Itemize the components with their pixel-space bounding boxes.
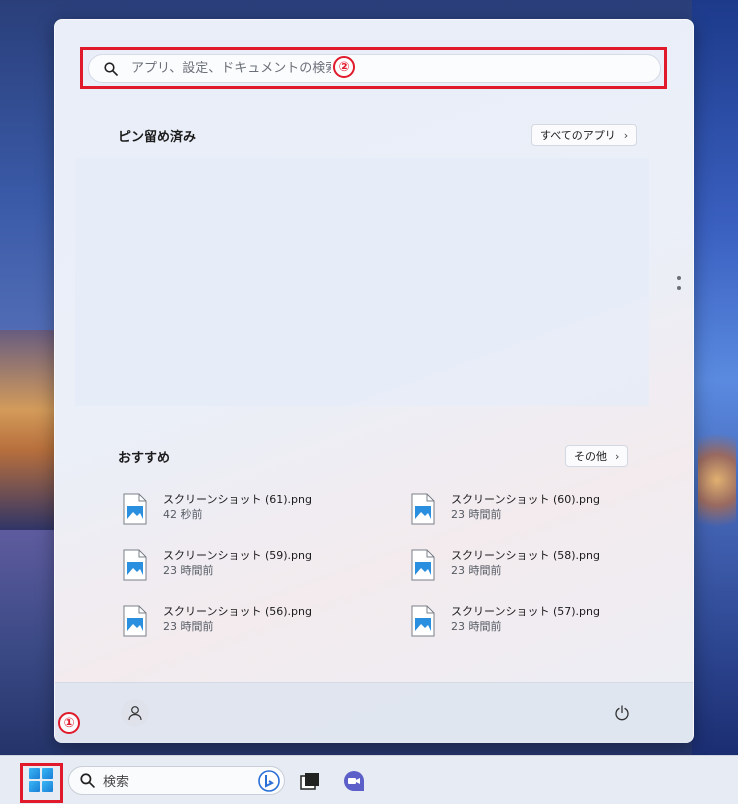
teams-meet-icon[interactable] — [343, 770, 365, 792]
page-indicator[interactable] — [677, 276, 681, 296]
item-time: 42 秒前 — [163, 508, 203, 521]
windows-start-button[interactable] — [29, 768, 53, 792]
wallpaper-left — [0, 330, 60, 530]
search-icon — [103, 61, 119, 77]
more-button[interactable]: その他 › — [565, 445, 629, 467]
power-button[interactable] — [612, 703, 632, 723]
all-apps-label: すべてのアプリ — [540, 129, 616, 142]
recommended-item[interactable]: スクリーンショット (56).png 23 時間前 — [122, 604, 352, 644]
item-name: スクリーンショット (58).png — [451, 549, 600, 562]
item-name: スクリーンショット (56).png — [163, 605, 312, 618]
recommended-item[interactable]: スクリーンショット (61).png 42 秒前 — [122, 492, 352, 532]
taskbar: 検索 — [0, 755, 738, 804]
user-account-button[interactable] — [121, 699, 149, 727]
all-apps-button[interactable]: すべてのアプリ › — [531, 124, 638, 146]
pinned-title: ピン留め済み — [118, 130, 197, 145]
pinned-apps-area — [75, 158, 649, 406]
task-view-icon[interactable] — [300, 772, 320, 790]
recommended-title: おすすめ — [118, 451, 171, 466]
wallpaper-right — [692, 0, 738, 760]
image-file-icon — [123, 549, 147, 581]
image-file-icon — [123, 493, 147, 525]
start-search-input[interactable] — [131, 61, 331, 76]
item-time: 23 時間前 — [451, 620, 502, 633]
start-footer — [55, 682, 693, 743]
recommended-item[interactable]: スクリーンショット (57).png 23 時間前 — [410, 604, 640, 644]
power-icon — [615, 705, 629, 721]
image-file-icon — [411, 549, 435, 581]
recommended-item[interactable]: スクリーンショット (59).png 23 時間前 — [122, 548, 352, 588]
item-time: 23 時間前 — [451, 508, 502, 521]
image-file-icon — [123, 605, 147, 637]
annotation-badge-1: ① — [58, 712, 80, 734]
bing-icon[interactable] — [258, 770, 280, 792]
item-name: スクリーンショット (60).png — [451, 493, 600, 506]
item-time: 23 時間前 — [163, 620, 214, 633]
item-name: スクリーンショット (61).png — [163, 493, 312, 506]
search-icon — [80, 773, 95, 788]
taskbar-search-label: 検索 — [103, 775, 130, 790]
recommended-item[interactable]: スクリーンショット (60).png 23 時間前 — [410, 492, 640, 532]
image-file-icon — [411, 605, 435, 637]
item-time: 23 時間前 — [163, 564, 214, 577]
chevron-right-icon: › — [615, 449, 620, 463]
item-time: 23 時間前 — [451, 564, 502, 577]
annotation-badge-2: ② — [333, 56, 355, 78]
chevron-right-icon: › — [623, 128, 629, 142]
item-name: スクリーンショット (57).png — [451, 605, 600, 618]
image-file-icon — [411, 493, 435, 525]
start-menu: ② ピン留め済み すべてのアプリ › おすすめ その他 › スクリーンショット … — [54, 19, 694, 743]
user-icon — [128, 706, 142, 721]
recommended-item[interactable]: スクリーンショット (58).png 23 時間前 — [410, 548, 640, 588]
more-label: その他 — [574, 450, 607, 463]
item-name: スクリーンショット (59).png — [163, 549, 312, 562]
taskbar-search[interactable]: 検索 — [68, 766, 285, 795]
start-search-box[interactable] — [88, 54, 661, 83]
